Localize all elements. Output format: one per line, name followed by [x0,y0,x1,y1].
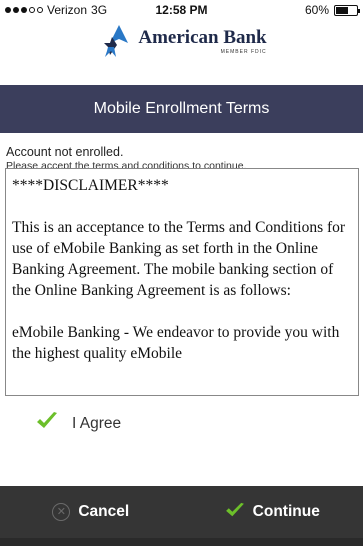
agree-label: I Agree [72,414,122,432]
brand-header: American Bank MEMBER FDIC [0,20,363,63]
checkmark-icon [36,411,58,436]
terms-paragraph: ****DISCLAIMER**** [12,177,169,194]
page-title: Mobile Enrollment Terms [93,100,270,117]
enrollment-status-text: Account not enrolled. [6,145,124,159]
close-circle-icon: ✕ [52,503,71,521]
battery-info: 60% [304,3,360,17]
checkmark-icon [225,502,245,523]
action-bar: ✕ Cancel Continue [0,486,363,538]
continue-label: Continue [252,503,320,520]
battery-icon [334,4,360,16]
bank-tagline: MEMBER FDIC [220,49,267,55]
cancel-label: Cancel [78,503,130,520]
terms-paragraph: eMobile Banking - We endeavor to provide… [12,324,340,362]
battery-percent: 60% [304,3,329,17]
terms-scroll-box[interactable]: ****DISCLAIMER**** This is an acceptance… [5,168,359,396]
bank-name: American Bank [138,27,267,48]
agree-checkbox[interactable]: I Agree [36,411,121,436]
continue-button[interactable]: Continue [182,486,363,538]
cancel-button[interactable]: ✕ Cancel [0,486,182,538]
status-bar: Verizon 3G 12:58 PM 60% [0,0,363,20]
title-bar: Mobile Enrollment Terms [0,85,363,133]
terms-paragraph: This is an acceptance to the Terms and C… [12,219,346,299]
bottom-edge [0,538,363,546]
eagle-star-logo-icon [104,24,134,59]
